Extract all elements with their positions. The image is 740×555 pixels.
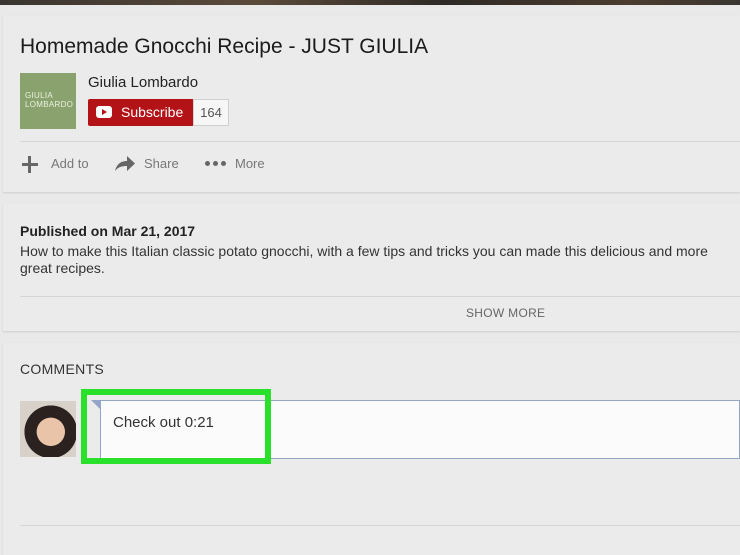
video-info-card: Homemade Gnocchi Recipe - JUST GIULIA GI… <box>3 16 740 192</box>
plus-icon <box>20 154 40 174</box>
highlight-annotation-box <box>81 389 271 464</box>
add-to-label: Add to <box>51 156 89 171</box>
subscribe-button[interactable]: Subscribe <box>88 99 194 126</box>
description-text: How to make this Italian classic potato … <box>20 243 708 276</box>
channel-avatar[interactable]: GIULIA LOMBARDO <box>20 73 76 129</box>
share-button[interactable]: Share <box>114 154 184 174</box>
divider <box>20 296 740 297</box>
more-label: More <box>235 156 265 171</box>
more-dots-icon <box>205 161 229 167</box>
user-avatar <box>20 401 76 457</box>
youtube-play-icon <box>96 106 112 118</box>
share-arrow-icon <box>115 156 135 171</box>
subscribe-label: Subscribe <box>121 104 184 120</box>
add-to-button[interactable]: Add to <box>20 154 92 174</box>
show-more-button[interactable]: SHOW MORE <box>466 306 545 320</box>
subscriber-count: 164 <box>193 99 229 126</box>
description-card: Published on Mar 21, 2017 How to make th… <box>3 204 740 331</box>
share-label: Share <box>144 156 179 171</box>
video-title: Homemade Gnocchi Recipe - JUST GIULIA <box>20 35 429 58</box>
comments-heading: COMMENTS <box>20 361 105 377</box>
channel-avatar-logo-text: GIULIA LOMBARDO <box>25 91 74 109</box>
channel-name-link[interactable]: Giulia Lombardo <box>88 74 198 91</box>
video-player-bottom-edge <box>0 0 740 5</box>
divider <box>20 525 740 526</box>
divider <box>20 141 740 142</box>
published-date: Published on Mar 21, 2017 <box>20 223 196 239</box>
more-button[interactable]: More <box>205 154 275 174</box>
